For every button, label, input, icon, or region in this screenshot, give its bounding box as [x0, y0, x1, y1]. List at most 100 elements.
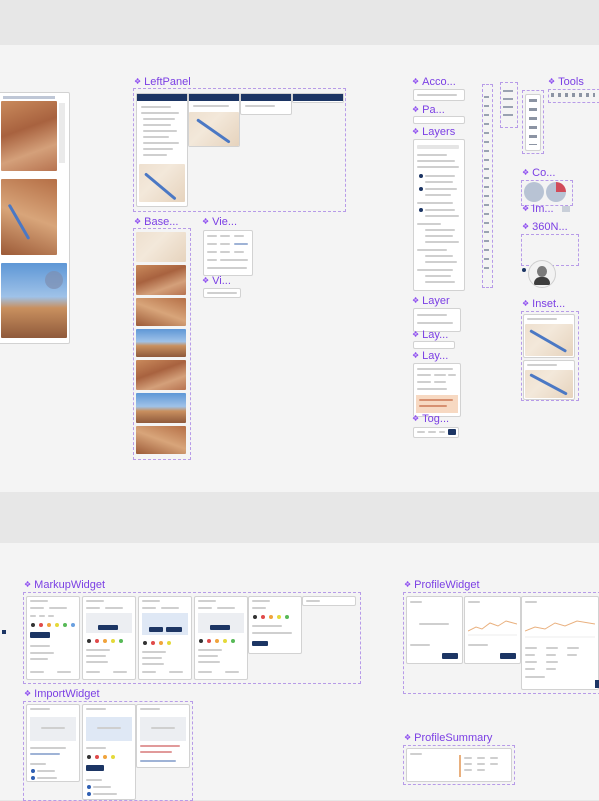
diamond-component-icon: ❖	[412, 105, 420, 114]
profile-chart	[468, 620, 517, 636]
diamond-component-icon: ❖	[412, 330, 420, 339]
diamond-component-icon: ❖	[522, 222, 530, 231]
profile-card-3	[521, 596, 599, 690]
component-title-text: Lay...	[422, 329, 449, 341]
warning-box	[416, 395, 458, 413]
markup-card-2	[82, 596, 136, 680]
markup-card-6	[302, 596, 356, 606]
markup-action-button[interactable]	[252, 641, 268, 646]
component-title-layers: ❖ Layers	[412, 126, 455, 138]
basemap-thumbnail-7[interactable]	[136, 426, 186, 454]
markup-action-button[interactable]	[98, 625, 118, 630]
toggle-card	[413, 427, 459, 438]
component-title-text: Layers	[422, 126, 456, 138]
icon-strip	[484, 96, 489, 276]
360-frame	[521, 234, 579, 266]
markup-action-button[interactable]	[30, 632, 50, 638]
diamond-component-icon: ❖	[548, 77, 556, 86]
component-title-text: Base...	[144, 216, 179, 228]
markup-card-5	[248, 596, 302, 654]
component-title-im: ❖ Im...	[522, 203, 554, 215]
map-thumbnail	[1, 101, 57, 171]
side-toolbar	[59, 103, 65, 163]
basemap-thumbnail-5[interactable]	[136, 360, 186, 390]
component-title-text: ImportWidget	[34, 688, 100, 700]
component-title-profilesummary: ❖ ProfileSummary	[404, 732, 492, 744]
component-title-text: LeftPanel	[144, 76, 191, 88]
diamond-component-icon: ❖	[522, 204, 530, 213]
diamond-component-icon: ❖	[404, 580, 412, 589]
layer-group-card	[413, 341, 455, 349]
basemap-thumbnail-1[interactable]	[136, 232, 186, 262]
leftpanel-variant-4	[292, 93, 344, 103]
profile-button[interactable]	[442, 653, 458, 659]
component-title-text: Pa...	[422, 104, 445, 116]
import-button[interactable]	[86, 765, 104, 771]
diamond-component-icon: ❖	[202, 276, 210, 285]
tools-icons	[551, 93, 595, 97]
diamond-component-icon: ❖	[134, 217, 142, 226]
inset-map-1	[523, 314, 575, 358]
panel-header	[241, 94, 291, 101]
compass-icon[interactable]	[524, 182, 544, 202]
component-title-text: Tools	[558, 76, 584, 88]
component-title-base: ❖ Base...	[134, 216, 178, 228]
overlay-circle	[45, 271, 63, 289]
component-title-lay-2: ❖ Lay...	[412, 350, 448, 362]
diamond-component-icon: ❖	[134, 77, 142, 86]
panel-header	[137, 94, 187, 101]
import-card-1	[26, 704, 80, 782]
markup-card-1	[26, 596, 80, 680]
edge-marker	[595, 680, 599, 688]
marker-square	[2, 630, 6, 634]
map-preview-frame	[0, 92, 70, 344]
basemap-thumbnail-6[interactable]	[136, 393, 186, 423]
toggle-button[interactable]	[448, 429, 456, 435]
component-title-text: Vi...	[212, 275, 231, 287]
view-toggle-card	[203, 288, 241, 298]
markup-action-button[interactable]	[149, 627, 163, 632]
component-title-pa: ❖ Pa...	[412, 104, 445, 116]
diamond-component-icon: ❖	[522, 299, 530, 308]
markup-action-button[interactable]	[210, 625, 230, 630]
component-title-text: Inset...	[532, 298, 566, 310]
toolbar-strip	[3, 96, 55, 99]
component-title-profilewidget: ❖ ProfileWidget	[404, 579, 480, 591]
diamond-component-icon: ❖	[202, 217, 210, 226]
profile-chart	[525, 620, 595, 638]
component-title-text: ProfileWidget	[414, 579, 480, 591]
leftpanel-variant-2	[188, 93, 240, 147]
view-selector-card	[203, 230, 253, 276]
component-title-text: Acco...	[422, 76, 456, 88]
profile-card-2	[464, 596, 521, 664]
profile-button[interactable]	[500, 653, 516, 659]
diamond-component-icon: ❖	[412, 351, 420, 360]
icon-strip	[503, 90, 513, 120]
component-title-text: Vie...	[212, 216, 238, 228]
basemap-thumbnail-2[interactable]	[136, 265, 186, 295]
map-thumbnail	[139, 164, 185, 202]
component-title-markupwidget: ❖ MarkupWidget	[24, 579, 105, 591]
component-title-text: Tog...	[422, 413, 450, 425]
markup-card-3	[138, 596, 192, 680]
markup-action-button[interactable]	[166, 627, 182, 632]
profile-card-1	[406, 596, 463, 664]
layers-panel-card	[413, 139, 465, 291]
component-title-lay-1: ❖ Lay...	[412, 329, 448, 341]
diamond-component-icon: ❖	[412, 127, 420, 136]
component-title-vi: ❖ Vi...	[202, 275, 231, 287]
diamond-component-icon: ❖	[24, 580, 32, 589]
diamond-component-icon: ❖	[522, 168, 530, 177]
compass-icon[interactable]	[546, 182, 566, 202]
diamond-component-icon: ❖	[24, 689, 32, 698]
basemap-thumbnail-3[interactable]	[136, 298, 186, 326]
panel-card	[413, 116, 465, 124]
profile-summary-card	[406, 748, 512, 782]
diamond-component-icon: ❖	[404, 733, 412, 742]
leftpanel-variant-1	[136, 93, 188, 207]
avatar[interactable]	[528, 260, 556, 288]
image-icon	[562, 206, 570, 212]
component-title-tog: ❖ Tog...	[412, 413, 449, 425]
basemap-thumbnail-4[interactable]	[136, 329, 186, 357]
component-title-tools: ❖ Tools	[548, 76, 584, 88]
